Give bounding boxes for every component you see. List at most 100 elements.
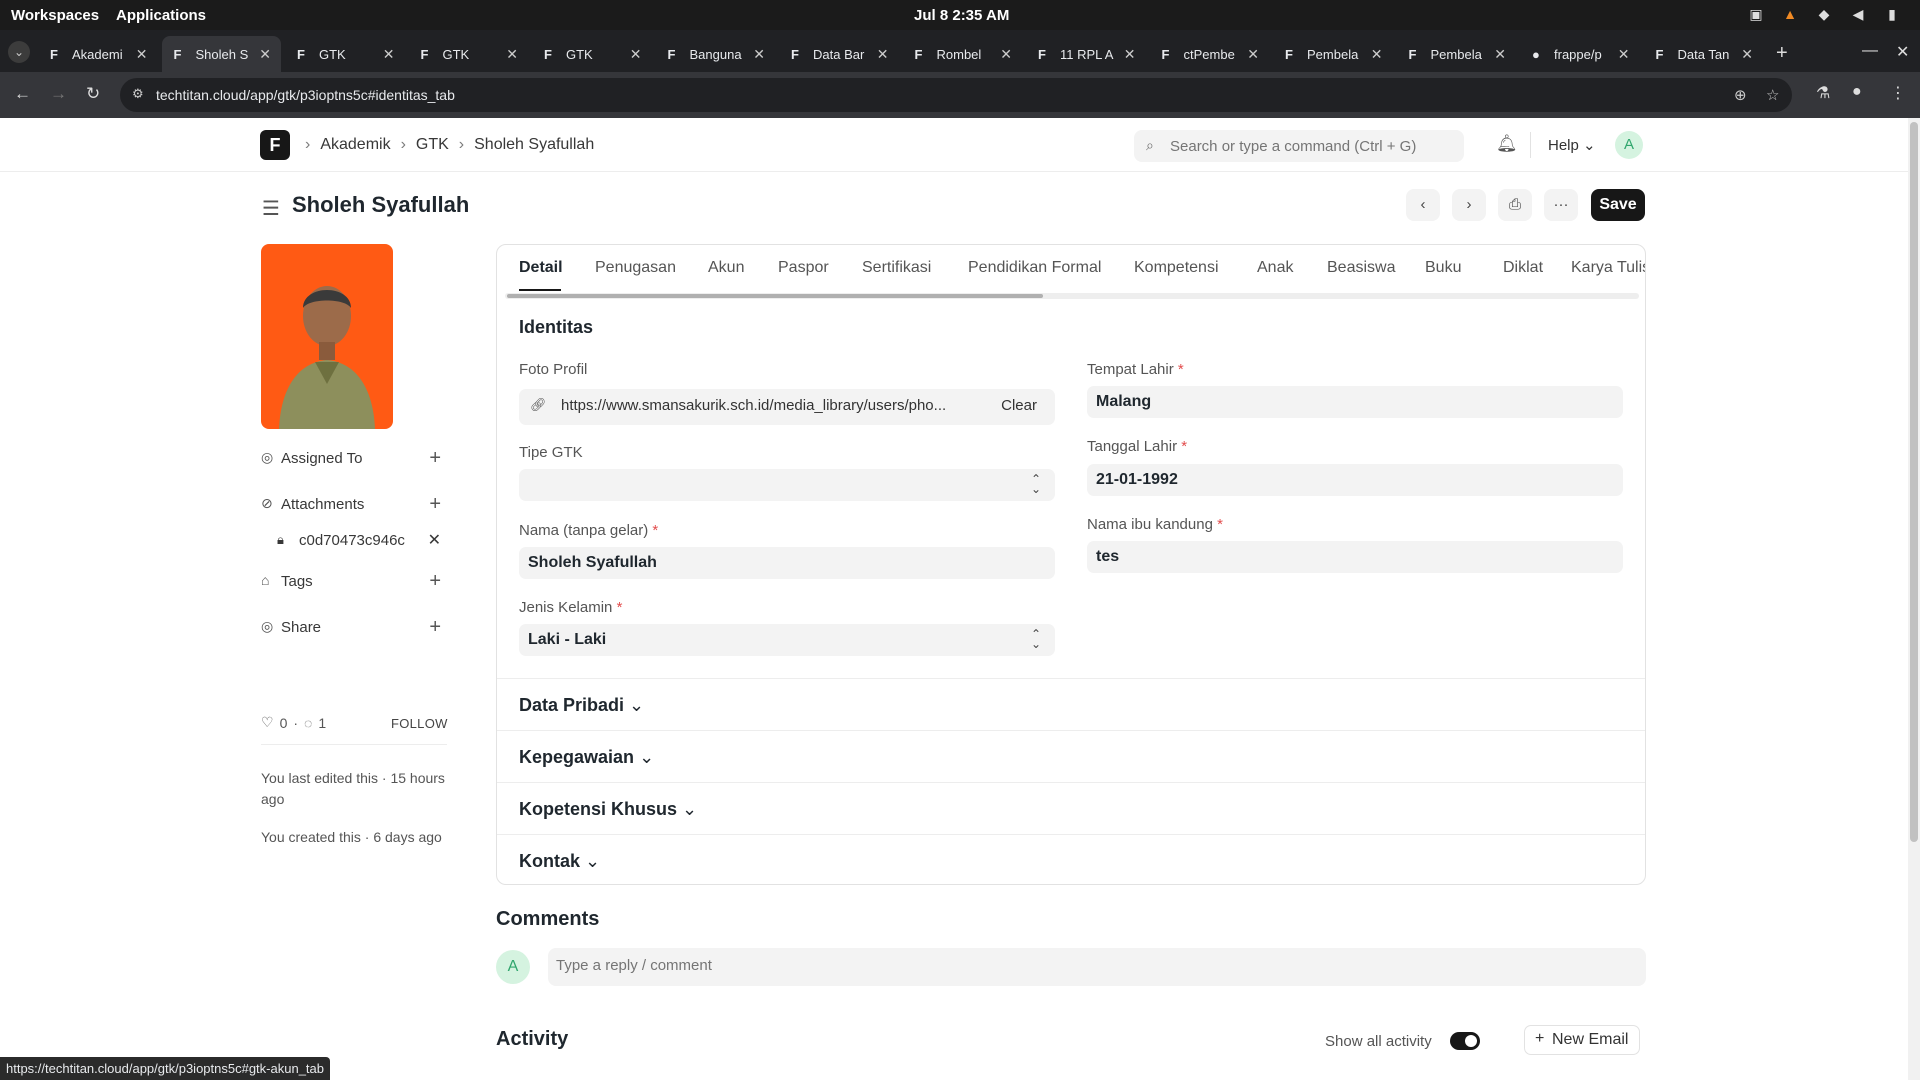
browser-tab[interactable]: F Data Bar ✕ (779, 36, 899, 72)
more-actions-icon[interactable]: ··· (1544, 189, 1578, 221)
remove-attachment-close-icon[interactable]: ✕ (428, 530, 441, 550)
page-scrollbar[interactable] (1908, 118, 1920, 1080)
tab-penugasan[interactable]: Penugasan (595, 259, 676, 277)
site-info-icon[interactable]: ⚙ (132, 86, 144, 102)
close-tab-icon[interactable]: ✕ (259, 46, 271, 63)
comment-box[interactable] (548, 948, 1646, 986)
tab-akun[interactable]: Akun (708, 259, 744, 277)
tags-row[interactable]: ⌂ Tags + (261, 570, 441, 593)
volume-icon[interactable]: ◀ (1850, 6, 1866, 22)
nama-ibu-input[interactable]: tes (1087, 541, 1623, 573)
page-scrollbar-thumb[interactable] (1910, 122, 1918, 842)
browser-tab[interactable]: F Akademi ✕ (38, 36, 158, 72)
browser-tab[interactable]: F Data Tan ✕ (1644, 36, 1764, 72)
tab-buku[interactable]: Buku (1425, 259, 1461, 277)
tab-sertifikasi[interactable]: Sertifikasi (862, 259, 931, 277)
browser-tab[interactable]: F Rombel ✕ (903, 36, 1023, 72)
foto-profil-field[interactable]: 🔗︎ https://www.smansakurik.sch.id/media_… (519, 389, 1055, 425)
attachments-row[interactable]: ⊘ Attachments + (261, 493, 441, 516)
section-kepegawaian[interactable]: Kepegawaian ⌄ (497, 730, 1645, 782)
assigned-to-row[interactable]: ◎ Assigned To + (261, 447, 441, 470)
comment-icon[interactable]: ◌ (304, 715, 312, 731)
section-kopetensi-khusus[interactable]: Kopetensi Khusus ⌄ (497, 782, 1645, 834)
browser-menu-icon[interactable]: ⋮ (1890, 83, 1906, 103)
add-tag-plus-icon[interactable]: + (429, 570, 441, 593)
tab-search-chevron-icon[interactable]: ⌄ (8, 41, 30, 63)
tab-pendidikan-formal[interactable]: Pendidikan Formal (968, 259, 1101, 277)
jenis-kelamin-select[interactable]: Laki - Laki ⌃ ⌄ (519, 624, 1055, 656)
close-tab-icon[interactable]: ✕ (753, 46, 765, 63)
section-data-pribadi[interactable]: Data Pribadi ⌄ (497, 678, 1645, 730)
close-tab-icon[interactable]: ✕ (1247, 46, 1259, 63)
tab-kompetensi[interactable]: Kompetensi (1134, 259, 1219, 277)
workspaces-menu[interactable]: Workspaces (11, 7, 99, 24)
vlc-icon[interactable]: ▲ (1782, 6, 1798, 22)
new-email-button[interactable]: + New Email (1524, 1025, 1640, 1055)
applications-menu[interactable]: Applications (116, 7, 206, 24)
close-tab-icon[interactable]: ✕ (1000, 46, 1012, 63)
tab-beasiswa[interactable]: Beasiswa (1327, 259, 1395, 277)
user-avatar[interactable]: A (1615, 131, 1643, 159)
attachment-item[interactable]: 🔒︎ c0d70473c946c ✕ (277, 530, 441, 552)
tipe-gtk-select[interactable]: ⌃ ⌄ (519, 469, 1055, 501)
browser-tab[interactable]: ● frappe/p ✕ (1520, 36, 1640, 72)
sidebar-toggle-icon[interactable]: ☰ (262, 196, 280, 221)
share-row[interactable]: ◎ Share + (261, 616, 441, 639)
tab-detail[interactable]: Detail (519, 259, 563, 277)
tab-paspor[interactable]: Paspor (778, 259, 829, 277)
zoom-icon[interactable]: ⊕ (1734, 86, 1747, 104)
browser-tab[interactable]: F GTK ✕ (532, 36, 652, 72)
breadcrumb-current[interactable]: Sholeh Syafullah (474, 136, 594, 154)
heart-icon[interactable]: ♡ (261, 714, 274, 731)
show-all-activity-toggle[interactable] (1450, 1032, 1480, 1050)
comment-input[interactable] (556, 957, 1556, 974)
close-tab-icon[interactable]: ✕ (1371, 46, 1383, 63)
close-tab-icon[interactable]: ✕ (1124, 46, 1136, 63)
nama-input[interactable]: Sholeh Syafullah (519, 547, 1055, 579)
reload-icon[interactable]: ↻ (86, 84, 100, 104)
close-tab-icon[interactable]: ✕ (383, 46, 395, 63)
tanggal-lahir-input[interactable]: 21-01-1992 (1087, 464, 1623, 496)
profile-photo[interactable] (261, 244, 393, 429)
browser-tab[interactable]: F GTK ✕ (285, 36, 405, 72)
frappe-logo-icon[interactable]: F (260, 130, 290, 160)
clock[interactable]: Jul 8 2:35 AM (914, 7, 1009, 24)
close-tab-icon[interactable]: ✕ (506, 46, 518, 63)
help-dropdown[interactable]: Help ⌄ (1548, 136, 1596, 154)
wifi-icon[interactable]: ◆ (1816, 6, 1832, 22)
browser-tab[interactable]: F Pembela ✕ (1273, 36, 1393, 72)
browser-tab[interactable]: F Banguna ✕ (656, 36, 776, 72)
add-share-plus-icon[interactable]: + (429, 616, 441, 639)
close-tab-icon[interactable]: ✕ (1741, 46, 1753, 63)
awesomebar[interactable]: ⌕ (1134, 130, 1464, 162)
clear-button[interactable]: Clear (1001, 397, 1037, 414)
profile-icon[interactable]: ● (1852, 83, 1862, 101)
breadcrumb-akademik[interactable]: Akademik (320, 136, 390, 154)
screen-icon[interactable]: ▣ (1748, 6, 1764, 22)
address-url[interactable]: techtitan.cloud/app/gtk/p3ioptns5c#ident… (156, 87, 455, 103)
battery-icon[interactable]: ▮ (1884, 6, 1900, 22)
prev-record-chevron-icon[interactable]: ‹ (1406, 189, 1440, 221)
close-tab-icon[interactable]: ✕ (1618, 46, 1630, 63)
address-bar[interactable]: ⚙ techtitan.cloud/app/gtk/p3ioptns5c#ide… (120, 78, 1792, 112)
add-attachment-plus-icon[interactable]: + (429, 493, 441, 516)
browser-tab[interactable]: FctPembe ✕ (1150, 36, 1270, 72)
close-tab-icon[interactable]: ✕ (630, 46, 642, 63)
close-tab-icon[interactable]: ✕ (1494, 46, 1506, 63)
tab-karya-tulis[interactable]: Karya Tulis (1571, 259, 1645, 277)
forward-arrow-icon[interactable]: → (50, 84, 67, 104)
follow-button[interactable]: FOLLOW (391, 716, 448, 731)
browser-tab[interactable]: F 11 RPL A ✕ (1026, 36, 1146, 72)
browser-tab[interactable]: F GTK ✕ (409, 36, 529, 72)
close-tab-icon[interactable]: ✕ (136, 46, 148, 63)
minimize-icon[interactable]: — (1862, 42, 1878, 60)
notification-bell-icon[interactable]: 🔔︎ (1496, 134, 1518, 154)
tabs-scrollbar-thumb[interactable] (507, 294, 1043, 298)
search-input[interactable] (1170, 136, 1450, 156)
new-tab-plus-icon[interactable]: + (1776, 42, 1788, 65)
labs-flask-icon[interactable]: ⚗ (1816, 83, 1830, 103)
section-kontak[interactable]: Kontak ⌄ (497, 834, 1645, 884)
tab-diklat[interactable]: Diklat (1503, 259, 1543, 277)
close-tab-icon[interactable]: ✕ (877, 46, 889, 63)
close-window-icon[interactable]: ✕ (1896, 42, 1909, 62)
